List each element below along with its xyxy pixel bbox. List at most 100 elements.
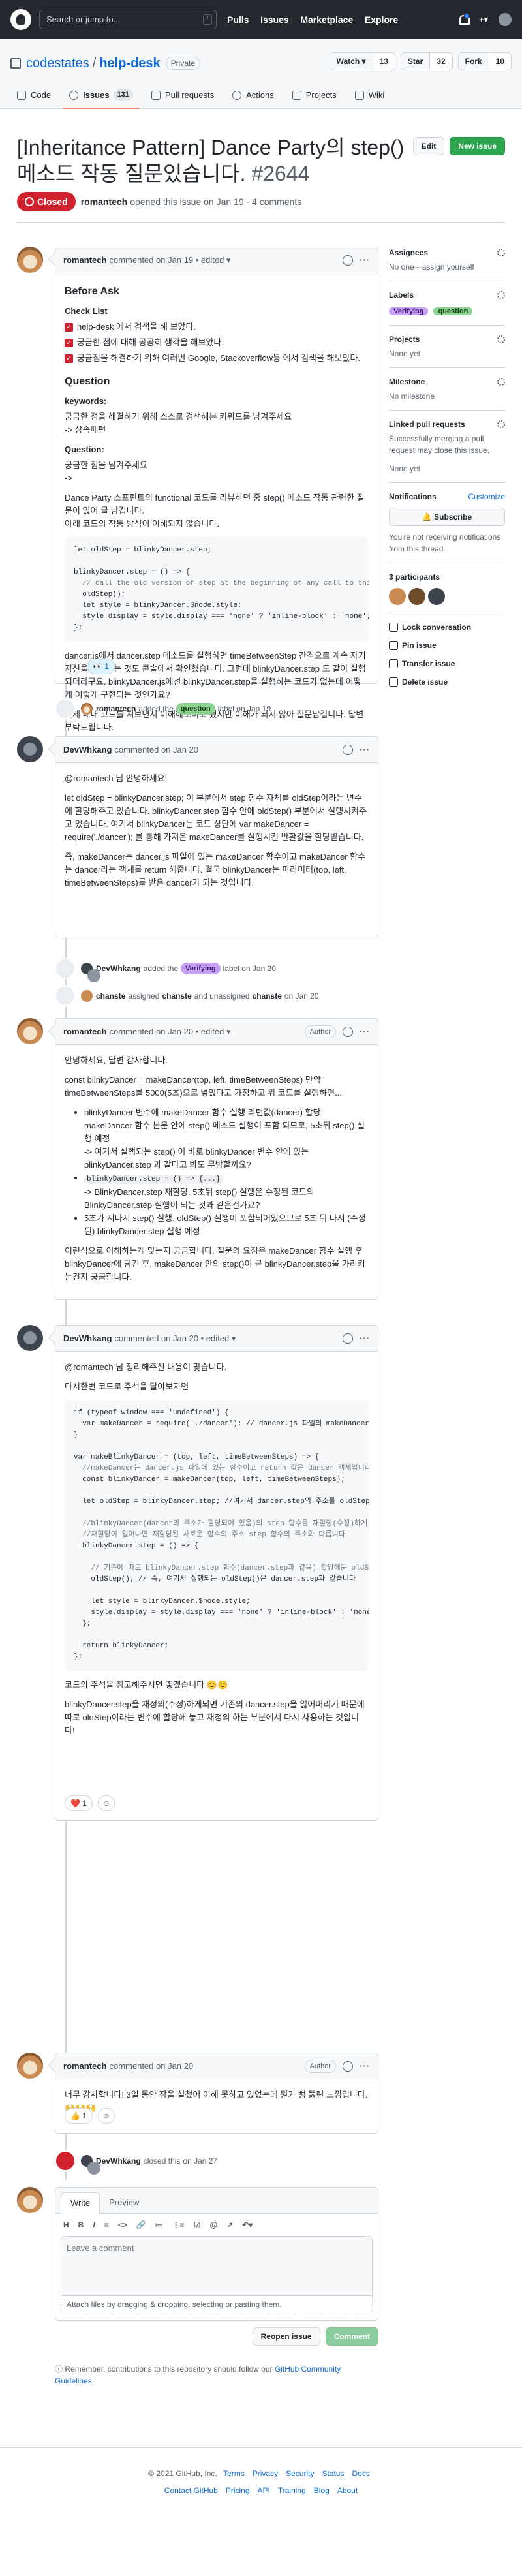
avatar[interactable] bbox=[389, 588, 406, 605]
repo-name-link[interactable]: help-desk bbox=[99, 54, 160, 73]
nav-issues[interactable]: Issues bbox=[260, 14, 289, 25]
italic-icon[interactable]: I bbox=[93, 2219, 95, 2231]
footer-link[interactable]: Terms bbox=[223, 2469, 245, 2478]
smiley-icon[interactable] bbox=[343, 1026, 353, 1037]
subscribe-button[interactable]: 🔔 Subscribe bbox=[389, 508, 505, 526]
footer-link[interactable]: Training bbox=[278, 2486, 306, 2495]
more-options-icon[interactable]: ··· bbox=[360, 2060, 370, 2073]
more-options-icon[interactable]: ··· bbox=[360, 743, 370, 756]
search-input[interactable]: Search or jump to... / bbox=[39, 10, 217, 29]
bold-icon[interactable]: B bbox=[78, 2219, 84, 2231]
tab-code[interactable]: Code bbox=[10, 82, 57, 109]
more-options-icon[interactable]: ··· bbox=[360, 1025, 370, 1038]
comment-textarea[interactable]: Leave a comment bbox=[61, 2236, 373, 2296]
quote-icon[interactable]: ≡ bbox=[104, 2219, 109, 2231]
comment-author[interactable]: romantech bbox=[63, 1025, 106, 1038]
heading-icon[interactable]: H bbox=[63, 2219, 69, 2231]
checkbox-checked-icon[interactable]: ✓ bbox=[65, 354, 73, 363]
label-verifying[interactable]: Verifying bbox=[389, 307, 429, 315]
footer-link[interactable]: Pricing bbox=[226, 2486, 250, 2495]
comment-author[interactable]: romantech bbox=[63, 254, 106, 267]
reaction-eyes[interactable]: 👀 1 bbox=[87, 659, 115, 674]
gear-icon[interactable] bbox=[497, 291, 505, 299]
pin-issue-link[interactable]: Pin issue bbox=[389, 640, 505, 651]
tab-pull-requests[interactable]: Pull requests bbox=[145, 82, 221, 109]
label-question[interactable]: question bbox=[176, 703, 215, 715]
reply-icon[interactable]: ↶▾ bbox=[242, 2219, 253, 2231]
footer-link[interactable]: Status bbox=[322, 2469, 344, 2478]
smiley-icon[interactable] bbox=[343, 1333, 353, 1344]
notification-bell-icon[interactable] bbox=[458, 13, 470, 25]
reaction-heart[interactable]: ❤️ 1 bbox=[65, 1795, 93, 1811]
add-reaction-button[interactable]: ☺ bbox=[97, 1795, 115, 1811]
reference-icon[interactable]: ↗ bbox=[226, 2219, 233, 2231]
github-logo-icon[interactable] bbox=[10, 9, 31, 30]
avatar[interactable] bbox=[17, 2053, 43, 2079]
fork-button[interactable]: Fork 10 bbox=[457, 52, 512, 70]
create-new-menu[interactable]: +▾ bbox=[479, 13, 488, 26]
tab-preview[interactable]: Preview bbox=[100, 2192, 148, 2213]
issue-author[interactable]: romantech bbox=[81, 195, 128, 209]
repo-owner-link[interactable]: codestates bbox=[26, 54, 89, 73]
footer-link[interactable]: Contact GitHub bbox=[164, 2486, 218, 2495]
tab-write[interactable]: Write bbox=[61, 2192, 100, 2214]
assignees-value[interactable]: No one—assign yourself bbox=[389, 261, 505, 273]
star-count[interactable]: 32 bbox=[429, 53, 452, 70]
avatar[interactable] bbox=[81, 963, 100, 982]
code-icon[interactable]: <> bbox=[118, 2219, 127, 2231]
edit-title-button[interactable]: Edit bbox=[412, 137, 445, 155]
tab-actions[interactable]: Actions bbox=[226, 82, 281, 109]
footer-link[interactable]: Privacy bbox=[253, 2469, 278, 2478]
footer-link[interactable]: API bbox=[258, 2486, 270, 2495]
gear-icon[interactable] bbox=[497, 378, 505, 386]
footer-link[interactable]: Blog bbox=[314, 2486, 330, 2495]
comment-button[interactable]: Comment bbox=[325, 2327, 378, 2346]
checkbox-checked-icon[interactable]: ✓ bbox=[65, 338, 73, 347]
gear-icon[interactable] bbox=[497, 420, 505, 428]
nav-pulls[interactable]: Pulls bbox=[227, 14, 249, 25]
avatar[interactable] bbox=[81, 990, 93, 1002]
smiley-icon[interactable] bbox=[343, 2060, 353, 2072]
task-list-icon[interactable]: ☑ bbox=[194, 2219, 201, 2231]
new-issue-button[interactable]: New issue bbox=[450, 137, 505, 155]
star-button[interactable]: Star 32 bbox=[400, 52, 453, 70]
add-reaction-button[interactable]: ☺ bbox=[97, 2108, 115, 2124]
nav-marketplace[interactable]: Marketplace bbox=[300, 14, 353, 25]
avatar[interactable] bbox=[17, 736, 43, 762]
gear-icon[interactable] bbox=[497, 335, 505, 343]
footer-link[interactable]: Security bbox=[286, 2469, 314, 2478]
attach-files-area[interactable]: Attach files by dragging & dropping, sel… bbox=[61, 2296, 373, 2314]
avatar[interactable] bbox=[81, 703, 93, 715]
gear-icon[interactable] bbox=[497, 249, 505, 256]
avatar[interactable] bbox=[17, 1325, 43, 1351]
comment-author[interactable]: romantech bbox=[63, 2060, 106, 2073]
avatar[interactable] bbox=[428, 588, 445, 605]
footer-link[interactable]: Docs bbox=[352, 2469, 369, 2478]
comment-author[interactable]: DevWhkang bbox=[63, 743, 112, 756]
user-avatar-menu[interactable] bbox=[499, 13, 512, 26]
numbered-list-icon[interactable]: ⋮≡ bbox=[172, 2219, 185, 2231]
more-options-icon[interactable]: ··· bbox=[360, 1332, 370, 1345]
tab-wiki[interactable]: Wiki bbox=[348, 82, 392, 109]
fork-count[interactable]: 10 bbox=[488, 53, 511, 70]
more-options-icon[interactable]: ··· bbox=[360, 254, 370, 267]
bullet-list-icon[interactable]: ≔ bbox=[155, 2219, 163, 2231]
avatar[interactable] bbox=[81, 2155, 100, 2175]
comment-author[interactable]: DevWhkang bbox=[63, 1332, 112, 1345]
delete-issue-link[interactable]: Delete issue bbox=[389, 676, 505, 688]
add-reaction-button[interactable]: ☺ bbox=[65, 659, 82, 674]
avatar[interactable] bbox=[17, 2187, 43, 2213]
smiley-icon[interactable] bbox=[343, 255, 353, 266]
transfer-issue-link[interactable]: Transfer issue bbox=[389, 658, 505, 670]
avatar[interactable] bbox=[17, 1018, 43, 1044]
footer-link[interactable]: About bbox=[337, 2486, 358, 2495]
smiley-icon[interactable] bbox=[343, 744, 353, 755]
label-question[interactable]: question bbox=[433, 307, 473, 315]
checkbox-checked-icon[interactable]: ✓ bbox=[65, 322, 73, 332]
label-verifying[interactable]: Verifying bbox=[181, 963, 221, 974]
watch-count[interactable]: 13 bbox=[372, 53, 395, 70]
lock-conversation-link[interactable]: Lock conversation bbox=[389, 621, 505, 633]
tab-issues[interactable]: Issues 131 bbox=[63, 82, 140, 109]
reopen-issue-button[interactable]: Reopen issue bbox=[252, 2327, 320, 2346]
tab-projects[interactable]: Projects bbox=[286, 82, 343, 109]
